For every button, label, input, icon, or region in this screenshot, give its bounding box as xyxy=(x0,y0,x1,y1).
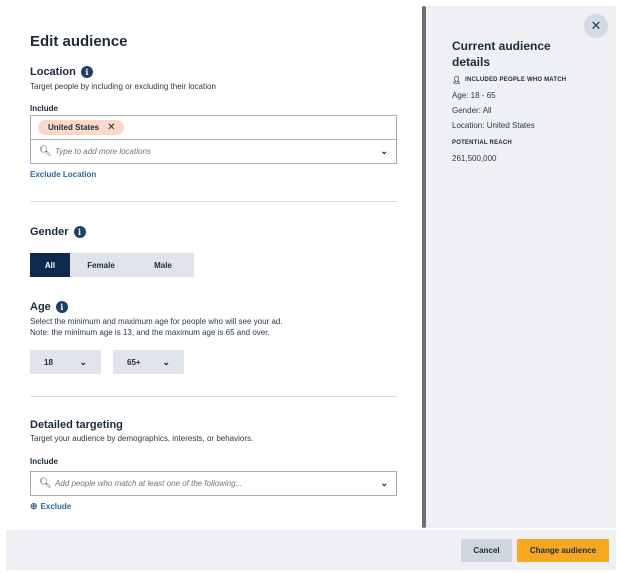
reach-value: 261,500,000 xyxy=(452,154,497,163)
included-heading: 👤︎ INCLUDED PEOPLE WHO MATCH xyxy=(452,76,566,84)
chevron-down-icon[interactable]: ⌄ xyxy=(380,478,388,489)
gender-option-all[interactable]: All xyxy=(30,253,70,277)
person-icon: 👤︎ xyxy=(452,77,462,84)
audience-details-panel: ✕ Current audience details 👤︎ INCLUDED P… xyxy=(426,6,616,528)
age-description-2: Note: the minimum age is 13, and the max… xyxy=(30,328,270,337)
gender-option-male[interactable]: Male xyxy=(132,253,194,277)
age-heading: Age i xyxy=(30,301,68,313)
min-age-value: 18 xyxy=(44,357,53,367)
search-icon: 🔍︎ xyxy=(39,146,52,157)
detailed-targeting-placeholder: Add people who match at least one of the… xyxy=(55,479,243,488)
detailed-targeting-heading: Detailed targeting xyxy=(30,419,123,431)
section-divider xyxy=(30,201,397,202)
chevron-down-icon: ⌄ xyxy=(162,356,170,367)
edit-audience-panel: Edit audience Location i Target people b… xyxy=(0,0,424,530)
remove-chip-icon[interactable]: ✕ xyxy=(107,122,115,133)
exclude-link[interactable]: ⊕ Exclude xyxy=(30,501,71,512)
age-title: Age xyxy=(30,301,51,313)
gender-heading: Gender i xyxy=(30,226,86,238)
info-icon[interactable]: i xyxy=(80,66,93,78)
max-age-select[interactable]: 65+ ⌄ xyxy=(113,350,184,374)
close-icon[interactable]: ✕ xyxy=(584,14,608,38)
min-age-select[interactable]: 18 ⌄ xyxy=(30,350,101,374)
exclude-link-label: Exclude xyxy=(40,502,72,511)
location-search-placeholder: Type to add more locations xyxy=(55,147,151,156)
location-include-label: Include xyxy=(30,104,59,113)
exclude-location-link[interactable]: Exclude Location xyxy=(30,170,96,179)
detailed-targeting-description: Target your audience by demographics, in… xyxy=(30,434,254,443)
location-search-input[interactable]: 🔍︎ Type to add more locations ⌄ xyxy=(30,139,397,164)
cancel-button[interactable]: Cancel xyxy=(461,539,512,562)
gender-option-female[interactable]: Female xyxy=(70,253,132,277)
change-audience-button[interactable]: Change audience xyxy=(517,539,609,562)
location-description: Target people by including or excluding … xyxy=(30,82,216,91)
gender-title: Gender xyxy=(30,226,69,238)
info-icon[interactable]: i xyxy=(55,301,68,313)
plus-circle-icon: ⊕ xyxy=(30,501,38,511)
detailed-include-label: Include xyxy=(30,457,59,466)
chevron-down-icon[interactable]: ⌄ xyxy=(380,146,388,157)
detailed-targeting-input[interactable]: 🔍︎ Add people who match at least one of … xyxy=(30,471,397,496)
age-description-1: Select the minimum and maximum age for p… xyxy=(30,317,283,326)
search-icon: 🔍︎ xyxy=(39,478,52,489)
side-title: Current audience details xyxy=(452,39,551,69)
gender-summary: Gender: All xyxy=(452,106,492,115)
detailed-targeting-title: Detailed targeting xyxy=(30,419,123,431)
footer-bar: Cancel Change audience xyxy=(6,530,616,570)
location-tags-box: United States ✕ xyxy=(30,115,397,140)
page-title: Edit audience xyxy=(30,33,128,50)
reach-heading: POTENTIAL REACH xyxy=(452,140,512,146)
location-heading: Location i xyxy=(30,66,93,78)
section-divider xyxy=(30,396,397,397)
gender-segmented-control: All Female Male xyxy=(30,253,194,277)
location-chip-label: United States xyxy=(48,123,100,132)
included-heading-label: INCLUDED PEOPLE WHO MATCH xyxy=(465,77,567,83)
location-summary: Location: United States xyxy=(452,121,535,130)
info-icon[interactable]: i xyxy=(73,226,86,238)
max-age-value: 65+ xyxy=(127,357,141,367)
age-summary: Age: 18 - 65 xyxy=(452,91,496,100)
location-title: Location xyxy=(30,66,76,78)
chevron-down-icon: ⌄ xyxy=(79,356,87,367)
location-chip: United States ✕ xyxy=(38,120,124,135)
